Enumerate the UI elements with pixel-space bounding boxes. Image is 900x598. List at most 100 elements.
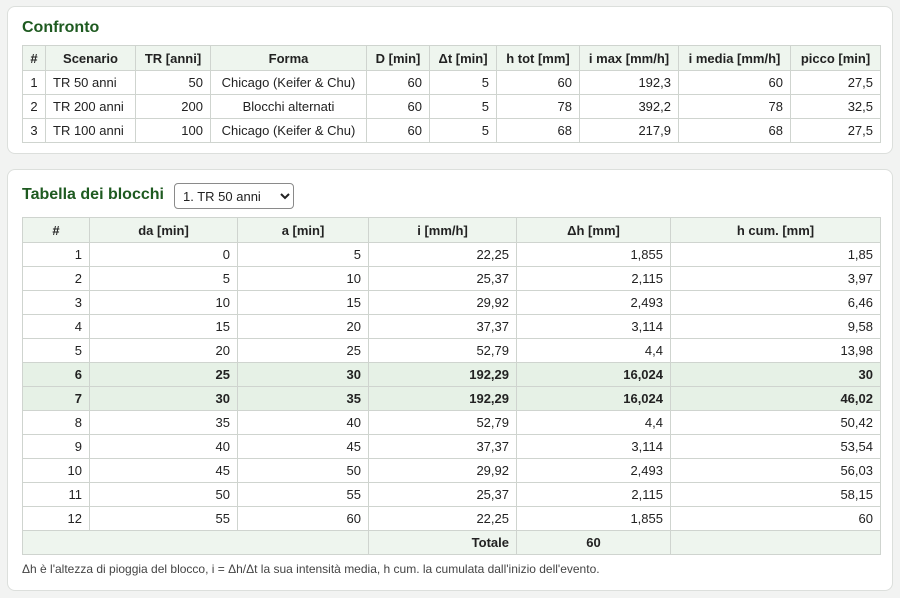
table-cell: 10	[22, 458, 90, 483]
column-header: #	[22, 45, 46, 71]
table-cell: 9,58	[670, 314, 881, 339]
table-cell: 4,4	[516, 410, 671, 435]
table-cell: 50	[135, 70, 211, 95]
column-header: a [min]	[237, 217, 369, 243]
table-cell: 32,5	[790, 94, 881, 119]
table-cell: 0	[89, 242, 238, 267]
table-cell: 78	[496, 94, 580, 119]
table-cell: 3	[22, 290, 90, 315]
table-cell: 55	[237, 482, 369, 507]
column-header: h tot [mm]	[496, 45, 580, 71]
table-cell: 2	[22, 94, 46, 119]
scenario-select[interactable]: 1. TR 50 anni2. TR 200 anni3. TR 100 ann…	[174, 183, 294, 209]
table-cell: Chicago (Keifer & Chu)	[210, 70, 367, 95]
table-cell: 192,29	[368, 386, 517, 411]
column-header: Scenario	[45, 45, 136, 71]
confronto-table: # Scenario TR [anni] Forma D [min] Δt [min] h …	[22, 45, 881, 143]
table-cell: 5	[429, 118, 497, 143]
table-cell: 55	[89, 506, 238, 531]
table-row: 12 55 60 22,25 1,855 60	[22, 506, 881, 531]
table-cell: 3,97	[670, 266, 881, 291]
table-cell: 29,92	[368, 458, 517, 483]
table-cell: 37,37	[368, 314, 517, 339]
column-header: Forma	[210, 45, 367, 71]
table-cell: 2,115	[516, 266, 671, 291]
table-cell: 5	[429, 70, 497, 95]
table-cell: 12	[22, 506, 90, 531]
blocchi-card: Tabella dei blocchi 1. TR 50 anni2. TR 2…	[7, 169, 893, 591]
confronto-title: Confronto	[22, 19, 100, 36]
table-cell: 27,5	[790, 118, 881, 143]
table-cell: 29,92	[368, 290, 517, 315]
blocchi-table: # da [min] a [min] i [mm/h] Δh [mm] h cum. [m…	[22, 217, 881, 555]
table-cell: 5	[22, 338, 90, 363]
table-cell: 16,024	[516, 386, 671, 411]
table-cell: 22,25	[368, 242, 517, 267]
confronto-row: 3 TR 100 anni 100 Chicago (Keifer & Chu) 60 5…	[22, 118, 881, 143]
table-cell: 27,5	[790, 70, 881, 95]
table-cell: 5	[429, 94, 497, 119]
blocchi-header-row: # da [min] a [min] i [mm/h] Δh [mm] h cum. [m…	[22, 217, 881, 243]
column-header: #	[22, 217, 90, 243]
table-cell: 8	[22, 410, 90, 435]
table-cell: TR 50 anni	[45, 70, 136, 95]
column-header: h cum. [mm]	[670, 217, 881, 243]
table-cell: 50,42	[670, 410, 881, 435]
table-cell: TR 100 anni	[45, 118, 136, 143]
table-cell: 3	[22, 118, 46, 143]
table-cell: 2	[22, 266, 90, 291]
table-cell: 192,29	[368, 362, 517, 387]
table-cell: 100	[135, 118, 211, 143]
table-cell: 20	[89, 338, 238, 363]
table-cell: 1	[22, 70, 46, 95]
table-cell: 392,2	[579, 94, 679, 119]
table-row: 4 15 20 37,37 3,114 9,58	[22, 314, 881, 339]
table-cell: 2,493	[516, 458, 671, 483]
table-cell: 15	[237, 290, 369, 315]
footnote: Δh è l'altezza di pioggia del blocco, i …	[22, 562, 600, 576]
table-row: 7 30 35 192,29 16,024 46,02	[22, 386, 881, 411]
table-row: 5 20 25 52,79 4,4 13,98	[22, 338, 881, 363]
table-cell: 35	[89, 410, 238, 435]
table-cell: 192,3	[579, 70, 679, 95]
table-cell: 50	[237, 458, 369, 483]
column-header: D [min]	[366, 45, 430, 71]
column-header: Δt [min]	[429, 45, 497, 71]
table-cell: 1,855	[516, 506, 671, 531]
table-cell: 56,03	[670, 458, 881, 483]
table-cell: 60	[366, 118, 430, 143]
table-cell: 60	[670, 506, 881, 531]
table-cell: 200	[135, 94, 211, 119]
total-spacer	[670, 530, 881, 555]
table-cell: 4,4	[516, 338, 671, 363]
table-cell: Blocchi alternati	[210, 94, 367, 119]
table-cell: 35	[237, 386, 369, 411]
table-cell: 217,9	[579, 118, 679, 143]
table-row: 3 10 15 29,92 2,493 6,46	[22, 290, 881, 315]
table-cell: 1	[22, 242, 90, 267]
table-row: 1 0 5 22,25 1,855 1,85	[22, 242, 881, 267]
column-header: da [min]	[89, 217, 238, 243]
table-cell: 52,79	[368, 338, 517, 363]
table-cell: 30	[670, 362, 881, 387]
table-cell: 45	[89, 458, 238, 483]
table-cell: 6	[22, 362, 90, 387]
total-spacer	[22, 530, 369, 555]
total-label: Totale	[368, 530, 517, 555]
table-cell: 13,98	[670, 338, 881, 363]
table-cell: 9	[22, 434, 90, 459]
table-cell: 45	[237, 434, 369, 459]
table-cell: 58,15	[670, 482, 881, 507]
table-cell: 60	[366, 70, 430, 95]
confronto-header-row: # Scenario TR [anni] Forma D [min] Δt [min] h …	[22, 45, 881, 71]
table-cell: 52,79	[368, 410, 517, 435]
table-cell: 30	[237, 362, 369, 387]
table-cell: 2,115	[516, 482, 671, 507]
table-cell: 1,855	[516, 242, 671, 267]
column-header: picco [min]	[790, 45, 881, 71]
table-cell: 53,54	[670, 434, 881, 459]
table-cell: 11	[22, 482, 90, 507]
table-row: 9 40 45 37,37 3,114 53,54	[22, 434, 881, 459]
table-row: 8 35 40 52,79 4,4 50,42	[22, 410, 881, 435]
column-header: i media [mm/h]	[678, 45, 791, 71]
